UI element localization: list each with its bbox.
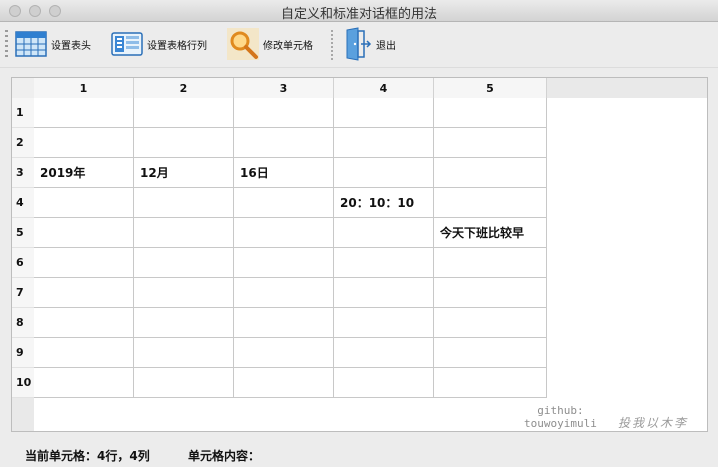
row-header-filler: [12, 398, 34, 431]
table-cell[interactable]: [334, 158, 434, 188]
current-cell-status: 当前单元格：4行，4列: [25, 449, 150, 463]
column-header-1[interactable]: 1: [34, 78, 134, 98]
table-cell[interactable]: 16日: [234, 158, 334, 188]
exit-label: 退出: [376, 40, 396, 52]
exit-door-icon: [344, 27, 372, 61]
column-header-2[interactable]: 2: [134, 78, 234, 98]
table-cell[interactable]: [34, 368, 134, 398]
table-cell[interactable]: [434, 248, 547, 278]
table-cell[interactable]: [234, 278, 334, 308]
table-cell[interactable]: [134, 338, 234, 368]
column-header-3[interactable]: 3: [234, 78, 334, 98]
table-cell[interactable]: [334, 128, 434, 158]
row-header-8[interactable]: 8: [12, 308, 34, 338]
table-cell[interactable]: [234, 248, 334, 278]
row-header-7[interactable]: 7: [12, 278, 34, 308]
row-header-6[interactable]: 6: [12, 248, 34, 278]
watermark: github: touwoyimuli: [524, 404, 597, 430]
row-header-9[interactable]: 9: [12, 338, 34, 368]
toolbar-grip[interactable]: [5, 30, 8, 60]
set-rows-columns-button[interactable]: 设置表格行列: [111, 26, 207, 62]
watermark-line-2: touwoyimuli: [524, 417, 597, 430]
cell-content-status: 单元格内容：: [188, 449, 261, 463]
table-cell[interactable]: [434, 368, 547, 398]
exit-button[interactable]: 退出: [344, 26, 396, 62]
table-cell[interactable]: [234, 308, 334, 338]
table-cell[interactable]: [34, 98, 134, 128]
table-cell[interactable]: [134, 218, 234, 248]
column-header-4[interactable]: 4: [334, 78, 434, 98]
table-cell[interactable]: [134, 98, 234, 128]
table-rows-columns-icon: [111, 30, 143, 58]
header-filler: [547, 78, 707, 98]
row-header-3[interactable]: 3: [12, 158, 34, 188]
table-cell[interactable]: [34, 218, 134, 248]
table-cell[interactable]: [234, 188, 334, 218]
table-header-icon: [15, 30, 47, 58]
table-cell[interactable]: [434, 128, 547, 158]
table-cell[interactable]: [134, 308, 234, 338]
table-cell[interactable]: [34, 278, 134, 308]
watermark-signature: 投我以木李: [618, 416, 689, 430]
table-cell[interactable]: [134, 278, 234, 308]
table-cell[interactable]: [134, 248, 234, 278]
table-cell[interactable]: [134, 188, 234, 218]
watermark-line-1: github:: [537, 404, 584, 417]
table-cell[interactable]: [434, 188, 547, 218]
table-cell[interactable]: [334, 308, 434, 338]
table-cell[interactable]: [334, 368, 434, 398]
table-cell[interactable]: [34, 128, 134, 158]
table-cell[interactable]: [434, 158, 547, 188]
table-cell[interactable]: [434, 98, 547, 128]
table-cell[interactable]: [34, 338, 134, 368]
toolbar-separator: [331, 30, 333, 62]
table-cell[interactable]: [234, 98, 334, 128]
table-cell[interactable]: [434, 308, 547, 338]
table-cell[interactable]: [134, 368, 234, 398]
table-corner[interactable]: [12, 78, 34, 98]
table-cell[interactable]: [334, 98, 434, 128]
table-cell[interactable]: 20：10：10: [334, 188, 434, 218]
set-header-button[interactable]: 设置表头: [15, 26, 91, 62]
table-cell[interactable]: [334, 248, 434, 278]
table-cell[interactable]: [334, 218, 434, 248]
column-header-5[interactable]: 5: [434, 78, 547, 98]
window-title: 自定义和标准对话框的用法: [280, 7, 437, 22]
data-table[interactable]: 1 2 3 4 5 1 2 3 2019年 12月 16日 4 20：10：10 5 今天下班比较早 6 7 8 9…: [11, 77, 708, 432]
title-bar: 自定义和标准对话框的用法: [0, 0, 718, 22]
modify-cell-label: 修改单元格: [263, 40, 313, 52]
table-cell[interactable]: 2019年: [34, 158, 134, 188]
row-header-1[interactable]: 1: [12, 98, 34, 128]
table-cell[interactable]: [334, 338, 434, 368]
table-cell[interactable]: [234, 218, 334, 248]
row-header-10[interactable]: 10: [12, 368, 34, 398]
table-cell[interactable]: [34, 308, 134, 338]
table-cell[interactable]: [134, 128, 234, 158]
set-header-label: 设置表头: [51, 40, 91, 52]
table-cell[interactable]: [34, 248, 134, 278]
row-header-2[interactable]: 2: [12, 128, 34, 158]
table-cell[interactable]: [234, 128, 334, 158]
set-rows-columns-label: 设置表格行列: [147, 40, 207, 52]
table-cell[interactable]: [34, 188, 134, 218]
table-cell[interactable]: 12月: [134, 158, 234, 188]
status-bar: 当前单元格：4行，4列 单元格内容：: [0, 440, 718, 467]
table-cell[interactable]: [234, 338, 334, 368]
table-cell[interactable]: [434, 338, 547, 368]
toolbar: 设置表头 设置表格行列 修改单元格 退出: [0, 22, 718, 68]
row-header-4[interactable]: 4: [12, 188, 34, 218]
row-header-5[interactable]: 5: [12, 218, 34, 248]
magnifier-icon: [227, 28, 259, 60]
table-cell[interactable]: [334, 278, 434, 308]
table-cell[interactable]: 今天下班比较早: [434, 218, 547, 248]
table-cell[interactable]: [234, 368, 334, 398]
modify-cell-button[interactable]: 修改单元格: [227, 26, 313, 62]
table-cell[interactable]: [434, 278, 547, 308]
